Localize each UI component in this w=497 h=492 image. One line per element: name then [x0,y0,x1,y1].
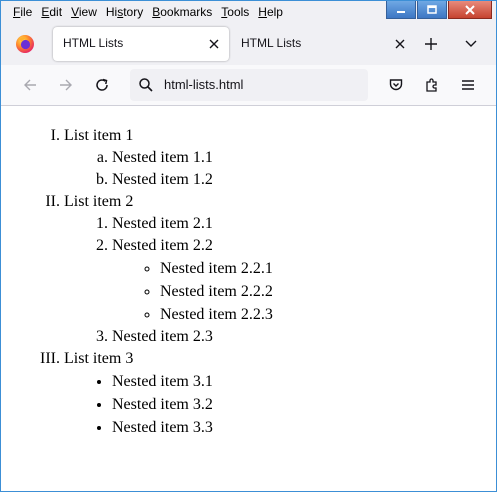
nested-decimal-list: Nested item 2.1 Nested item 2.2 Nested i… [64,213,273,348]
list-item-label: Nested item 2.2.1 [160,260,273,277]
tab-strip: HTML Lists HTML Lists [1,23,496,65]
menu-tools-label: ools [227,5,250,19]
list-item-label: Nested item 2.2.3 [160,306,273,323]
hamburger-menu-icon[interactable] [460,77,476,93]
list-item-label: List item 2 [64,193,134,210]
tab-title: HTML Lists [241,36,302,50]
list-item: Nested item 1.2 [112,169,273,191]
list-item: Nested item 1.1 [112,147,273,169]
list-item: Nested item 2.2.2 [160,281,273,303]
list-item-label: Nested item 3.2 [112,396,213,413]
pocket-icon[interactable] [388,77,404,93]
tab-html-lists[interactable]: HTML Lists [231,27,411,61]
list-item-label: Nested item 3.3 [112,419,213,436]
menu-file[interactable]: File [9,4,37,20]
menu-view[interactable]: View [67,4,102,20]
list-item-label: Nested item 2.2.2 [160,283,273,300]
minimize-icon [397,10,405,13]
firefox-icon [16,35,34,53]
search-icon [139,78,153,92]
list-item: Nested item 2.2.1 [160,258,273,280]
menu-items: File Edit View History Bookmarks Tools H… [9,4,288,20]
menu-history-prefix: Hi [105,5,118,19]
list-item-label: Nested item 1.1 [112,149,213,166]
list-item-label: Nested item 2.2 [112,237,213,254]
list-item: List item 3 Nested item 3.1 Nested item … [64,348,273,439]
menu-edit[interactable]: Edit [37,4,67,20]
list-item-label: Nested item 2.1 [112,215,213,232]
chevron-down-icon[interactable] [464,38,478,50]
menu-bar: File Edit View History Bookmarks Tools H… [1,1,496,23]
list-item: Nested item 3.2 [112,394,273,416]
maximize-button[interactable] [417,1,447,19]
navigation-toolbar: html-lists.html [1,65,496,106]
extensions-icon[interactable] [424,77,440,93]
menu-view-label: iew [78,5,97,19]
reload-icon[interactable] [94,77,110,93]
close-window-button[interactable] [448,1,492,19]
forward-arrow-icon[interactable] [58,77,74,93]
browser-window: File Edit View History Bookmarks Tools H… [0,0,497,492]
menu-help[interactable]: Help [254,4,288,20]
address-bar[interactable]: html-lists.html [130,69,368,101]
list-item-label: Nested item 3.1 [112,373,213,390]
list-item-label: List item 3 [64,350,134,367]
window-controls [385,1,492,19]
list-item: List item 2 Nested item 2.1 Nested item … [64,191,273,348]
list-item-label: List item 1 [64,127,134,144]
menu-help-accel: H [258,5,267,19]
menu-edit-label: dit [49,5,63,19]
menu-bookmarks[interactable]: Bookmarks [148,4,217,20]
menu-help-label: elp [266,5,283,19]
roman-list: List item 1 Nested item 1.1 Nested item … [64,125,273,439]
url-text: html-lists.html [164,77,244,92]
minimize-button[interactable] [386,1,416,19]
close-tab-icon[interactable] [393,37,407,51]
menu-history-label: tory [123,5,144,19]
list-item: Nested item 3.1 [112,371,273,393]
list-item-label: Nested item 2.3 [112,328,213,345]
back-arrow-icon[interactable] [22,77,38,93]
list-item: Nested item 2.1 [112,213,273,235]
menu-file-label: ile [20,5,33,19]
list-item: Nested item 2.3 [112,326,273,348]
menu-view-accel: V [71,5,79,19]
menu-history[interactable]: History [102,4,148,20]
nested-circle-list: Nested item 2.2.1 Nested item 2.2.2 Nest… [112,258,273,326]
list-item-label: Nested item 1.2 [112,171,213,188]
list-item: Nested item 2.2 Nested item 2.2.1 Nested… [112,235,273,326]
close-tab-icon[interactable] [207,37,221,51]
list-item: Nested item 3.3 [112,417,273,439]
page-content: List item 1 Nested item 1.1 Nested item … [1,106,496,491]
close-icon [465,4,475,15]
tab-html-lists-active[interactable]: HTML Lists [53,27,229,61]
menu-bookmarks-label: ookmarks [160,5,213,19]
list-item: Nested item 2.2.3 [160,304,273,326]
tab-title: HTML Lists [63,36,124,50]
plus-icon[interactable] [423,36,439,52]
maximize-icon [427,4,437,14]
menu-tools[interactable]: Tools [217,4,254,20]
nested-alpha-list: Nested item 1.1 Nested item 1.2 [64,147,273,191]
nested-disc-list: Nested item 3.1 Nested item 3.2 Nested i… [64,371,273,439]
list-item: List item 1 Nested item 1.1 Nested item … [64,125,273,191]
